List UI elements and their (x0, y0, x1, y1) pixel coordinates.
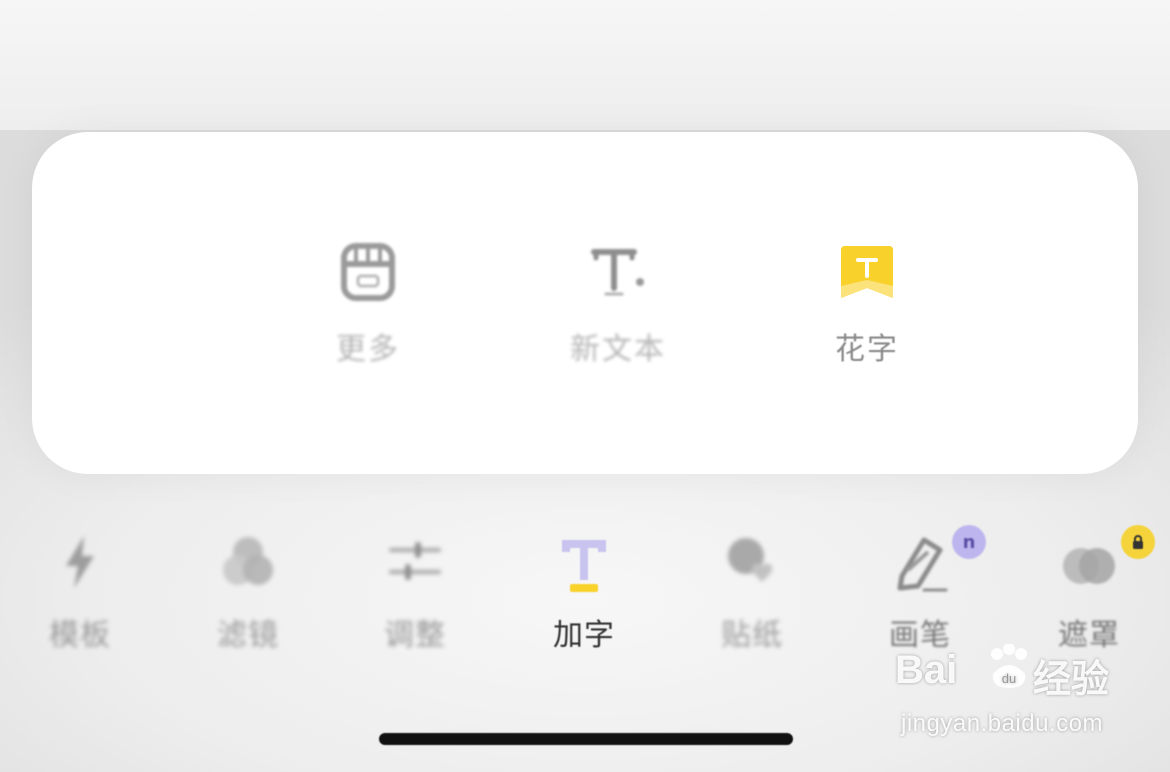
watermark-url: jingyan.baidu.com (901, 710, 1103, 737)
tool-template-label: 模板 (49, 618, 111, 653)
sticker-icon (728, 538, 773, 582)
lightning-icon (66, 536, 94, 588)
new-badge: n (952, 525, 986, 559)
bottom-toolbar: 模板 滤镜 调整 加字 贴纸 画笔 n 遮罩 (0, 525, 1170, 660)
new-text-option[interactable]: 新文本 (528, 242, 708, 382)
baidu-watermark: Bai du 经验 jingyan.baidu.com (895, 644, 1125, 748)
more-option-label: 更多 (336, 332, 400, 367)
paw-icon: du (991, 644, 1027, 688)
sliders-icon (389, 542, 441, 580)
brush-icon (897, 537, 948, 592)
tool-filter-label: 滤镜 (217, 618, 279, 653)
fancy-text-option-label: 花字 (835, 332, 899, 367)
tool-template[interactable]: 模板 (20, 530, 140, 660)
watermark-cn-text: 经验 (1033, 657, 1110, 701)
text-icon (562, 540, 606, 592)
home-indicator (379, 733, 793, 745)
fancy-text-option[interactable]: 花字 (777, 242, 957, 382)
tool-adjust[interactable]: 调整 (355, 530, 475, 660)
tool-filter[interactable]: 滤镜 (188, 530, 308, 660)
lock-badge (1121, 525, 1155, 559)
watermark-logo-text: Bai (895, 648, 958, 692)
new-text-option-label: 新文本 (570, 332, 666, 367)
filter-circles-icon (223, 537, 273, 585)
tool-add-text-label: 加字 (553, 618, 615, 653)
tool-adjust-label: 调整 (384, 618, 446, 653)
more-option[interactable]: 更多 (278, 242, 458, 382)
canvas-preview-area (0, 0, 1170, 130)
text-add-icon (591, 249, 644, 296)
tool-sticker[interactable]: 贴纸 (692, 530, 812, 660)
add-text-popup: 更多 新文本 花字 (32, 132, 1138, 474)
tool-sticker-label: 贴纸 (721, 618, 783, 653)
tool-add-text[interactable]: 加字 (524, 530, 644, 660)
fancy-text-icon (841, 246, 893, 298)
mask-icon (1063, 548, 1115, 584)
svg-text:du: du (1002, 671, 1016, 686)
lock-icon (1133, 535, 1143, 549)
store-icon (341, 243, 395, 301)
